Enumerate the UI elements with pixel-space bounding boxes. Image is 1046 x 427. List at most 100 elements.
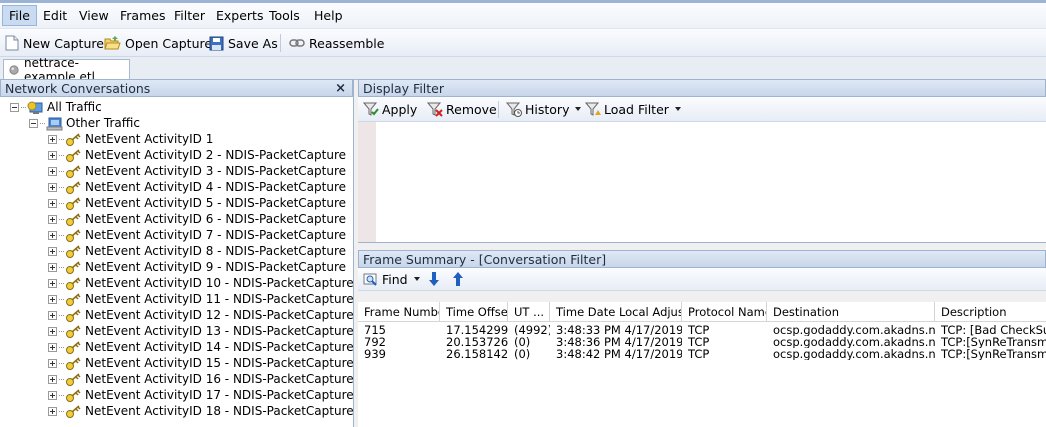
expand-icon[interactable]	[48, 310, 57, 320]
column-time-offset[interactable]: Time Offset	[440, 302, 508, 322]
reassemble-button[interactable]: Reassemble	[289, 33, 384, 53]
new-capture-button[interactable]: New Capture	[5, 33, 104, 53]
menu-filter[interactable]: Filter	[174, 6, 205, 25]
column-destination[interactable]: Destination	[767, 302, 935, 322]
tree-node-activity[interactable]: NetEvent ActivityID 17 - NDIS-PacketCapt…	[48, 387, 353, 403]
expand-icon[interactable]	[48, 214, 57, 224]
table-row[interactable]: 715 17.1542993 (4992) 3:48:33 PM 4/17/2019 T…	[358, 324, 1046, 336]
main-toolbar: New Capture Open Capture Save As Reassem…	[0, 29, 1046, 57]
tree-node-activity[interactable]: NetEvent ActivityID 12 - NDIS-PacketCapt…	[48, 307, 353, 323]
cell-time-date: 3:48:33 PM 4/17/2019	[556, 324, 682, 336]
apply-label: Apply	[382, 101, 418, 117]
tree-node-activity[interactable]: NetEvent ActivityID 1	[48, 131, 213, 147]
find-next-down-arrow-icon[interactable]	[428, 271, 440, 290]
expand-icon[interactable]	[48, 262, 57, 272]
activity-label: NetEvent ActivityID 9 - NDIS-PacketCaptu…	[85, 260, 346, 274]
column-protocol-name[interactable]: Protocol Name	[682, 302, 767, 322]
tree-connector	[59, 186, 64, 188]
column-frame-number[interactable]: Frame Number	[358, 302, 440, 322]
open-capture-button[interactable]: Open Capture	[104, 33, 212, 53]
tree-connector	[21, 106, 26, 108]
tree-node-activity[interactable]: NetEvent ActivityID 4 - NDIS-PacketCaptu…	[48, 179, 346, 195]
find-dropdown[interactable]: Find	[363, 270, 420, 288]
tree-node-other-traffic[interactable]: Other Traffic	[29, 115, 140, 131]
expand-icon[interactable]	[48, 166, 57, 176]
expand-icon[interactable]	[48, 406, 57, 416]
close-panel-icon[interactable]: ×	[335, 80, 346, 98]
column-description[interactable]: Description	[935, 302, 1046, 322]
save-as-button[interactable]: Save As	[209, 33, 278, 53]
activity-label: NetEvent ActivityID 8 - NDIS-PacketCaptu…	[85, 244, 346, 258]
expand-icon[interactable]	[48, 326, 57, 336]
expand-icon[interactable]	[48, 198, 57, 208]
tree-node-activity[interactable]: NetEvent ActivityID 16 - NDIS-PacketCapt…	[48, 371, 353, 387]
expand-icon[interactable]	[48, 390, 57, 400]
expand-icon[interactable]	[48, 294, 57, 304]
cell-description: TCP: [Bad CheckSum]F	[941, 324, 1046, 336]
menu-help[interactable]: Help	[314, 6, 343, 25]
splitter[interactable]	[358, 243, 1046, 250]
tree-connector	[59, 410, 64, 412]
apply-filter-button[interactable]: Apply	[363, 100, 417, 118]
open-capture-label: Open Capture	[125, 35, 213, 51]
expand-icon[interactable]	[48, 134, 57, 144]
new-capture-label: New Capture	[23, 35, 104, 51]
tree-node-activity[interactable]: NetEvent ActivityID 15 - NDIS-PacketCapt…	[48, 355, 353, 371]
column-time-date-local[interactable]: Time Date Local Adjusted	[550, 302, 682, 322]
expand-icon[interactable]	[48, 278, 57, 288]
history-dropdown[interactable]: History	[506, 100, 582, 118]
tree-node-activity[interactable]: NetEvent ActivityID 7 - NDIS-PacketCaptu…	[48, 227, 346, 243]
activity-label: NetEvent ActivityID 15 - NDIS-PacketCapt…	[85, 356, 353, 370]
cell-ut: (0)	[514, 348, 531, 360]
funnel-remove-icon	[427, 102, 443, 117]
expand-icon[interactable]	[48, 150, 57, 160]
table-row[interactable]: 792 20.1537265 (0) 3:48:36 PM 4/17/2019 TCP o…	[358, 336, 1046, 348]
menu-experts[interactable]: Experts	[216, 6, 263, 25]
column-ut[interactable]: UT ...	[508, 302, 550, 322]
expand-icon[interactable]	[48, 358, 57, 368]
frame-summary-header: Frame Summary - [Conversation Filter]	[358, 250, 1046, 268]
tree-node-activity[interactable]: NetEvent ActivityID 10 - NDIS-PacketCapt…	[48, 275, 353, 291]
tree-node-activity[interactable]: NetEvent ActivityID 18 - NDIS-PacketCapt…	[48, 403, 353, 419]
frame-summary-title: Frame Summary - [Conversation Filter]	[363, 252, 607, 267]
menu-file[interactable]: File	[2, 5, 37, 26]
collapse-icon[interactable]	[10, 102, 19, 112]
conversations-header: Network Conversations ×	[0, 79, 353, 97]
tree-node-activity[interactable]: NetEvent ActivityID 9 - NDIS-PacketCaptu…	[48, 259, 346, 275]
tree-node-activity[interactable]: NetEvent ActivityID 3 - NDIS-PacketCaptu…	[48, 163, 346, 179]
activity-label: NetEvent ActivityID 11 - NDIS-PacketCapt…	[85, 292, 353, 306]
key-icon	[66, 244, 81, 258]
cell-destination: ocsp.godaddy.com.akadns.net	[773, 348, 935, 360]
expand-icon[interactable]	[48, 182, 57, 192]
tree-node-activity[interactable]: NetEvent ActivityID 11 - NDIS-PacketCapt…	[48, 291, 353, 307]
menu-view[interactable]: View	[79, 6, 109, 25]
expand-icon[interactable]	[48, 342, 57, 352]
tree-connector	[59, 250, 64, 252]
menu-tools[interactable]: Tools	[269, 6, 300, 25]
filter-text-editor[interactable]	[358, 122, 1046, 243]
collapse-icon[interactable]	[29, 118, 38, 128]
menu-edit[interactable]: Edit	[43, 6, 67, 25]
expand-icon[interactable]	[48, 230, 57, 240]
menu-frames[interactable]: Frames	[120, 6, 165, 25]
activity-label: NetEvent ActivityID 17 - NDIS-PacketCapt…	[85, 388, 353, 402]
expand-icon[interactable]	[48, 246, 57, 256]
tree-node-all-traffic[interactable]: All Traffic	[10, 99, 102, 115]
tree-node-activity[interactable]: NetEvent ActivityID 14 - NDIS-PacketCapt…	[48, 339, 353, 355]
cell-frame-number: 715	[364, 324, 386, 336]
tree-node-activity[interactable]: NetEvent ActivityID 13 - NDIS-PacketCapt…	[48, 323, 353, 339]
tree-node-activity[interactable]: NetEvent ActivityID 2 - NDIS-PacketCaptu…	[48, 147, 346, 163]
tree-node-activity[interactable]: NetEvent ActivityID 5 - NDIS-PacketCaptu…	[48, 195, 346, 211]
tab-nettrace-example[interactable]: nettrace-example.etl	[3, 56, 130, 84]
key-icon	[66, 260, 81, 274]
tree-node-activity[interactable]: NetEvent ActivityID 8 - NDIS-PacketCaptu…	[48, 243, 346, 259]
load-filter-dropdown[interactable]: Load Filter	[585, 100, 681, 118]
expand-icon[interactable]	[48, 374, 57, 384]
find-previous-up-arrow-icon[interactable]	[452, 271, 464, 290]
cell-time-offset: 26.1581423	[446, 348, 508, 360]
remove-filter-button[interactable]: Remove	[427, 100, 497, 118]
computer-icon	[46, 117, 63, 130]
table-row[interactable]: 939 26.1581423 (0) 3:48:42 PM 4/17/2019 TCP o…	[358, 348, 1046, 360]
cell-description: TCP:[SynReTransmit #	[941, 348, 1046, 360]
tree-node-activity[interactable]: NetEvent ActivityID 6 - NDIS-PacketCaptu…	[48, 211, 346, 227]
